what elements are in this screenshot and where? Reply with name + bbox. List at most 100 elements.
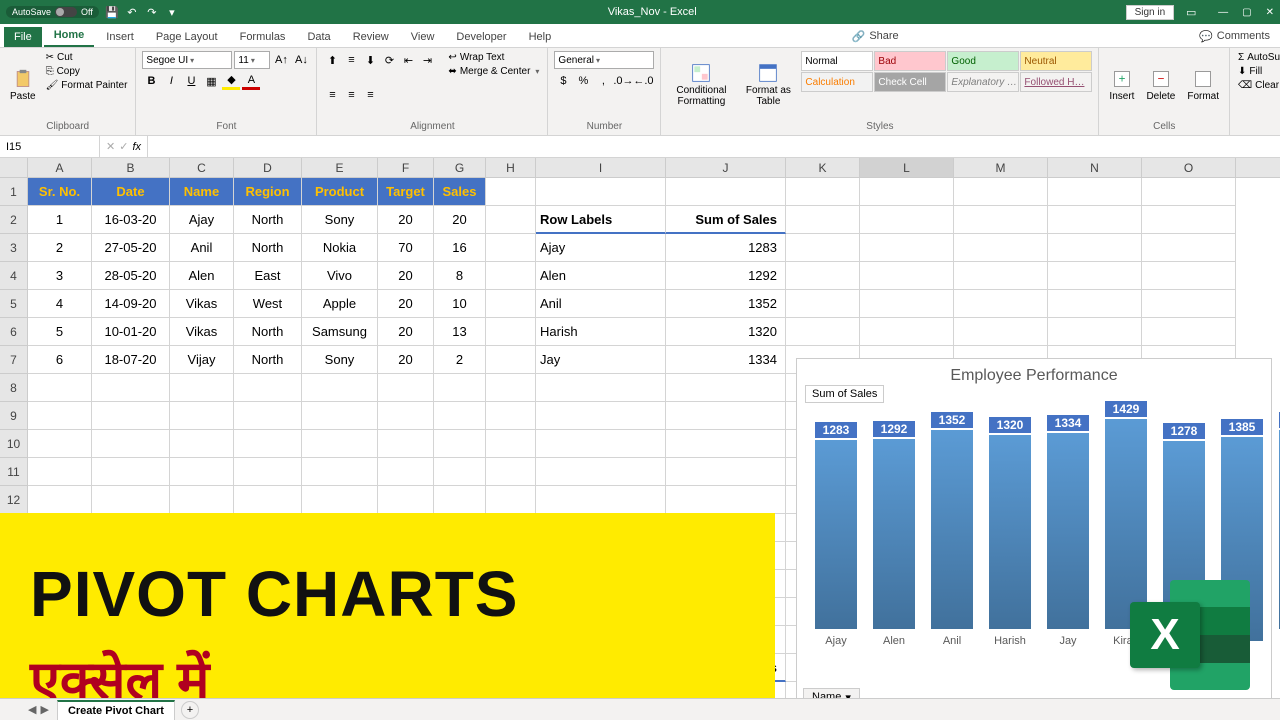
cell[interactable] [860, 262, 954, 290]
cell[interactable] [434, 402, 486, 430]
cell[interactable]: Date [92, 178, 170, 206]
cell[interactable]: 20 [378, 262, 434, 290]
cell[interactable] [378, 374, 434, 402]
new-sheet-button[interactable]: + [181, 701, 199, 719]
share-button[interactable]: 🔗Share [842, 26, 909, 47]
cell[interactable] [536, 458, 666, 486]
cell[interactable] [234, 430, 302, 458]
cell[interactable] [954, 290, 1048, 318]
cell[interactable]: Apple [302, 290, 378, 318]
cell[interactable] [92, 430, 170, 458]
row-header[interactable]: 7 [0, 346, 28, 374]
cell[interactable] [486, 206, 536, 234]
cell[interactable] [1142, 318, 1236, 346]
cell[interactable]: Region [234, 178, 302, 206]
cell[interactable] [860, 206, 954, 234]
cell[interactable] [666, 402, 786, 430]
orientation-icon[interactable]: ⟳ [380, 51, 398, 69]
cell[interactable] [92, 486, 170, 514]
cell[interactable] [378, 458, 434, 486]
cell[interactable]: 8 [434, 262, 486, 290]
cell[interactable] [434, 458, 486, 486]
cell[interactable] [1048, 318, 1142, 346]
row-header[interactable]: 4 [0, 262, 28, 290]
cell[interactable]: North [234, 234, 302, 262]
row-header[interactable]: 6 [0, 318, 28, 346]
cell[interactable] [954, 206, 1048, 234]
cell[interactable] [536, 430, 666, 458]
underline-button[interactable]: U [182, 72, 200, 90]
decrease-decimal-icon[interactable]: ←.0 [634, 72, 652, 90]
col-header[interactable]: I [536, 158, 666, 177]
cell[interactable] [1048, 206, 1142, 234]
col-header[interactable]: L [860, 158, 954, 177]
style-check-cell[interactable]: Check Cell [874, 72, 946, 92]
col-header[interactable]: F [378, 158, 434, 177]
cell[interactable] [486, 486, 536, 514]
cell[interactable] [234, 402, 302, 430]
cell[interactable] [234, 486, 302, 514]
cell[interactable]: 1352 [666, 290, 786, 318]
indent-inc-icon[interactable]: ⇥ [418, 51, 436, 69]
cell[interactable]: Vijay [170, 346, 234, 374]
chart-bar[interactable]: 1283Ajay [815, 440, 857, 647]
conditional-formatting-button[interactable]: Conditional Formatting [667, 51, 735, 119]
cell[interactable] [1142, 206, 1236, 234]
cell[interactable] [378, 402, 434, 430]
border-button[interactable]: ▦ [202, 72, 220, 90]
col-header[interactable]: D [234, 158, 302, 177]
cell[interactable]: 1320 [666, 318, 786, 346]
cell[interactable]: North [234, 318, 302, 346]
cell[interactable] [434, 430, 486, 458]
cell[interactable] [1048, 234, 1142, 262]
cell[interactable]: 27-05-20 [92, 234, 170, 262]
cell[interactable] [170, 402, 234, 430]
tab-pagelayout[interactable]: Page Layout [146, 27, 228, 47]
currency-icon[interactable]: $ [554, 72, 572, 90]
cell[interactable] [302, 402, 378, 430]
align-top-icon[interactable]: ⬆ [323, 51, 341, 69]
cell[interactable]: North [234, 206, 302, 234]
cell[interactable]: 1334 [666, 346, 786, 374]
row-header[interactable]: 1 [0, 178, 28, 206]
col-header[interactable]: O [1142, 158, 1236, 177]
tab-review[interactable]: Review [343, 27, 399, 47]
merge-button[interactable]: ⬌Merge & Center [446, 65, 541, 78]
paste-button[interactable]: Paste [6, 51, 40, 119]
cell[interactable] [786, 318, 860, 346]
cell[interactable] [234, 458, 302, 486]
cell[interactable] [434, 486, 486, 514]
cell[interactable]: 6 [28, 346, 92, 374]
cell[interactable] [536, 402, 666, 430]
cell[interactable] [786, 234, 860, 262]
cell[interactable]: 1 [28, 206, 92, 234]
cell[interactable]: Sr. No. [28, 178, 92, 206]
chart-filter-button[interactable]: Name▾ [803, 688, 860, 698]
comments-button[interactable]: 💬Comments [1189, 26, 1280, 47]
maximize-icon[interactable]: ▢ [1242, 7, 1251, 18]
undo-icon[interactable]: ↶ [125, 5, 139, 19]
col-header[interactable]: E [302, 158, 378, 177]
redo-icon[interactable]: ↷ [145, 5, 159, 19]
chart-bar[interactable]: 1292Alen [873, 439, 915, 647]
chart-legend[interactable]: Sum of Sales [805, 385, 884, 403]
cell[interactable] [486, 290, 536, 318]
cell[interactable]: Samsung [302, 318, 378, 346]
cell[interactable]: 20 [434, 206, 486, 234]
cell[interactable]: Sony [302, 346, 378, 374]
name-box[interactable]: I15 [0, 136, 100, 157]
cell[interactable] [92, 458, 170, 486]
autosave-toggle[interactable]: AutoSave Off [6, 6, 99, 18]
cell[interactable]: Ajay [170, 206, 234, 234]
delete-cells-button[interactable]: −Delete [1142, 51, 1179, 119]
save-icon[interactable]: 💾 [105, 5, 119, 19]
cell[interactable] [486, 402, 536, 430]
style-normal[interactable]: Normal [801, 51, 873, 71]
tab-help[interactable]: Help [519, 27, 562, 47]
cell[interactable] [1048, 262, 1142, 290]
cell[interactable]: Vikas [170, 318, 234, 346]
cell[interactable] [28, 458, 92, 486]
cell[interactable]: Harish [536, 318, 666, 346]
col-header[interactable]: N [1048, 158, 1142, 177]
cell[interactable] [28, 374, 92, 402]
